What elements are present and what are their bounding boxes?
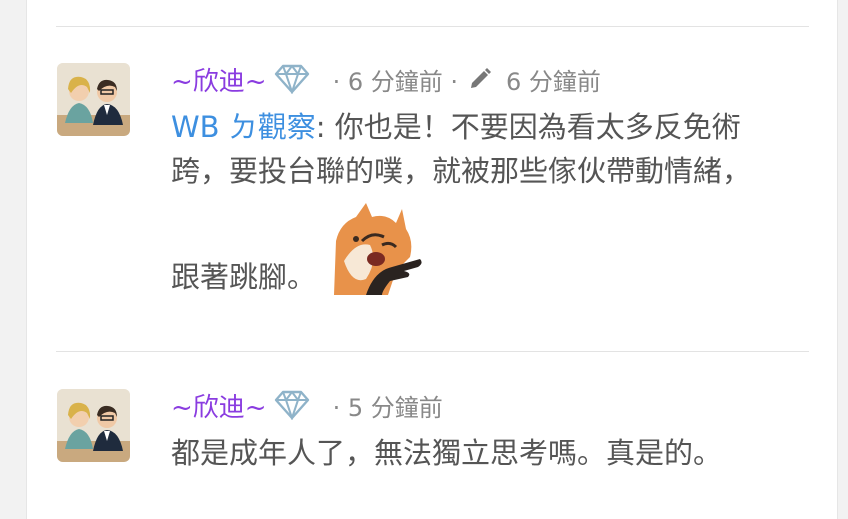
divider-top — [56, 26, 809, 27]
comment-header: ~欣迪~ · 6 分鐘前 · 6 分鐘前 — [171, 61, 601, 98]
avatar[interactable] — [57, 63, 130, 136]
fox-sticker — [326, 201, 424, 295]
divider-middle — [56, 351, 809, 352]
author-name[interactable]: ~欣迪~ — [171, 61, 267, 98]
mention-link[interactable]: WB ㄉ觀察 — [171, 110, 316, 144]
comment-text: 都是成年人了，無法獨立思考嗎。真是的。 — [171, 436, 723, 470]
comment-time: · 6 分鐘前 · — [332, 67, 458, 96]
diamond-icon — [273, 64, 311, 96]
avatar[interactable] — [57, 389, 130, 462]
pencil-icon — [468, 67, 492, 91]
comment-text: WB ㄉ觀察: 你也是！不要因為看太多反免術 跨，要投台聯的噗，就被那些傢伙帶動… — [171, 110, 752, 295]
comment-header: ~欣迪~ · 5 分鐘前 — [171, 387, 443, 424]
author-name[interactable]: ~欣迪~ — [171, 387, 267, 424]
comment-time: · 5 分鐘前 — [332, 393, 443, 422]
edited-time: 6 分鐘前 — [506, 67, 601, 96]
diamond-icon — [273, 390, 311, 422]
